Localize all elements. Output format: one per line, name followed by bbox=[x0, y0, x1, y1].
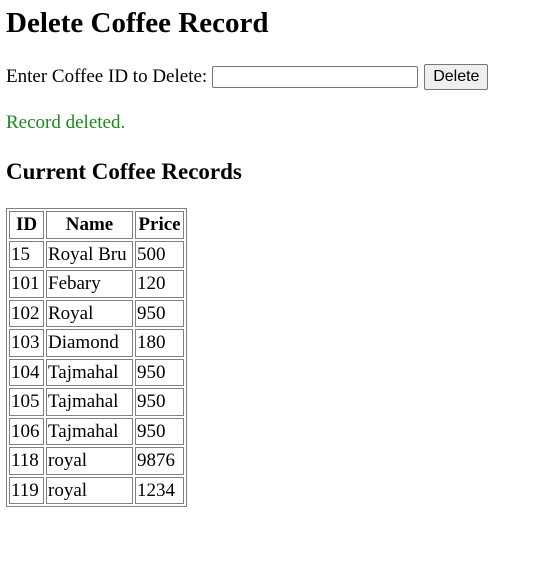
cell-price: 950 bbox=[135, 358, 184, 386]
cell-id: 103 bbox=[9, 329, 44, 357]
cell-price: 1234 bbox=[135, 476, 184, 504]
delete-form: Enter Coffee ID to Delete: Delete bbox=[6, 64, 489, 90]
table-row: 105 Tajmahal 950 bbox=[9, 388, 184, 416]
cell-price: 9876 bbox=[135, 447, 184, 475]
cell-name: Diamond bbox=[46, 329, 133, 357]
table-row: 102 Royal 950 bbox=[9, 299, 184, 327]
cell-id: 104 bbox=[9, 358, 44, 386]
cell-id: 106 bbox=[9, 417, 44, 445]
coffee-id-input[interactable] bbox=[212, 66, 419, 88]
cell-price: 950 bbox=[135, 417, 184, 445]
table-header-row: ID Name Price bbox=[9, 211, 184, 239]
coffee-id-label: Enter Coffee ID to Delete: bbox=[6, 66, 208, 87]
cell-name: Royal Bru bbox=[46, 240, 133, 268]
cell-name: Royal bbox=[46, 299, 133, 327]
table-row: 119 royal 1234 bbox=[9, 476, 184, 504]
cell-id: 15 bbox=[9, 240, 44, 268]
cell-id: 105 bbox=[9, 388, 44, 416]
table-row: 101 Febary 120 bbox=[9, 270, 184, 298]
cell-name: Tajmahal bbox=[46, 388, 133, 416]
cell-price: 120 bbox=[135, 270, 184, 298]
column-header-name: Name bbox=[46, 211, 133, 239]
cell-id: 102 bbox=[9, 299, 44, 327]
cell-name: royal bbox=[46, 447, 133, 475]
cell-name: Tajmahal bbox=[46, 358, 133, 386]
cell-price: 500 bbox=[135, 240, 184, 268]
records-heading: Current Coffee Records bbox=[6, 159, 242, 184]
column-header-price: Price bbox=[135, 211, 184, 239]
delete-button[interactable]: Delete bbox=[424, 64, 489, 90]
records-table: ID Name Price 15 Royal Bru 500 101 Febar… bbox=[6, 208, 187, 507]
cell-id: 119 bbox=[9, 476, 44, 504]
table-row: 106 Tajmahal 950 bbox=[9, 417, 184, 445]
cell-name: royal bbox=[46, 476, 133, 504]
cell-id: 118 bbox=[9, 447, 44, 475]
cell-name: Tajmahal bbox=[46, 417, 133, 445]
cell-price: 950 bbox=[135, 299, 184, 327]
status-message: Record deleted. bbox=[6, 112, 126, 133]
cell-price: 950 bbox=[135, 388, 184, 416]
table-row: 15 Royal Bru 500 bbox=[9, 240, 184, 268]
cell-name: Febary bbox=[46, 270, 133, 298]
table-row: 104 Tajmahal 950 bbox=[9, 358, 184, 386]
column-header-id: ID bbox=[9, 211, 44, 239]
cell-price: 180 bbox=[135, 329, 184, 357]
table-row: 103 Diamond 180 bbox=[9, 329, 184, 357]
cell-id: 101 bbox=[9, 270, 44, 298]
table-row: 118 royal 9876 bbox=[9, 447, 184, 475]
page-title: Delete Coffee Record bbox=[6, 7, 269, 39]
